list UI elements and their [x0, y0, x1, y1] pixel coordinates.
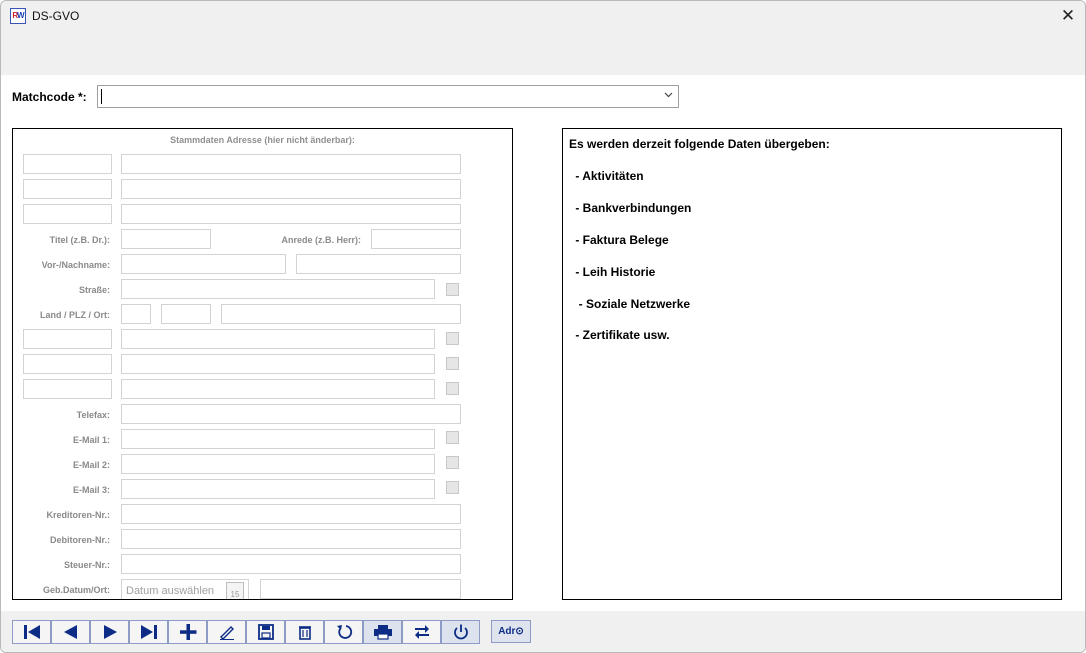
first-record-button[interactable]	[12, 620, 51, 644]
refresh-button[interactable]	[324, 620, 363, 644]
phone-1-checkbox[interactable]	[446, 332, 459, 345]
power-icon	[453, 624, 468, 640]
text-caret	[101, 89, 102, 104]
vor-nachname-label: Vor-/Nachname:	[41, 260, 110, 270]
steuer-label: Steuer-Nr.:	[63, 560, 110, 570]
swap-button[interactable]	[402, 620, 441, 644]
pencil-icon	[219, 626, 234, 640]
phone-3-field[interactable]	[121, 379, 435, 399]
save-button[interactable]	[246, 620, 285, 644]
phone-1-type-field[interactable]	[23, 329, 112, 349]
address-line-3-short-field[interactable]	[23, 204, 112, 224]
matchcode-combobox[interactable]	[97, 85, 679, 108]
email-2-checkbox[interactable]	[446, 456, 459, 469]
email-2-field[interactable]	[121, 454, 435, 474]
info-item-zertifikate: - Zertifikate usw.	[572, 328, 670, 342]
chevron-down-icon[interactable]	[664, 88, 673, 105]
close-button[interactable]: ✕	[1051, 1, 1085, 31]
address-line-3-field[interactable]	[121, 204, 461, 224]
land-field[interactable]	[121, 304, 151, 324]
phone-2-type-field[interactable]	[23, 354, 112, 374]
adr-button[interactable]: Adr⊙	[491, 620, 531, 643]
plz-field[interactable]	[161, 304, 211, 324]
stammdaten-heading: Stammdaten Adresse (hier nicht änderbar)…	[170, 135, 355, 145]
anrede-field[interactable]	[371, 229, 461, 249]
address-line-1-field[interactable]	[121, 154, 461, 174]
first-icon	[23, 625, 40, 639]
vorname-field[interactable]	[121, 254, 286, 274]
trash-icon	[298, 626, 311, 640]
info-panel: Es werden derzeit folgende Daten übergeb…	[562, 128, 1062, 600]
plus-icon	[179, 624, 196, 640]
strasse-field[interactable]	[121, 279, 435, 299]
title-bar: RW DS-GVO ✕	[1, 1, 1085, 75]
email-3-checkbox[interactable]	[446, 481, 459, 494]
email-1-field[interactable]	[121, 429, 435, 449]
swap-arrows-icon	[414, 625, 429, 639]
address-line-2-short-field[interactable]	[23, 179, 112, 199]
address-line-2-field[interactable]	[121, 179, 461, 199]
telefax-label: Telefax:	[76, 410, 110, 420]
calendar-icon[interactable]: 15	[226, 582, 244, 599]
next-record-button[interactable]	[90, 620, 129, 644]
info-item-faktura: - Faktura Belege	[572, 233, 669, 247]
anrede-label: Anrede (z.B. Herr):	[281, 235, 361, 245]
info-item-bankverbindungen: - Bankverbindungen	[572, 201, 692, 215]
info-item-soziale-netzwerke: - Soziale Netzwerke	[572, 297, 691, 311]
ort-field[interactable]	[221, 304, 461, 324]
telefax-field[interactable]	[121, 404, 461, 424]
nachname-field[interactable]	[296, 254, 461, 274]
address-line-1-short-field[interactable]	[23, 154, 112, 174]
phone-1-field[interactable]	[121, 329, 435, 349]
window-title: DS-GVO	[32, 9, 80, 23]
date-placeholder: Datum auswählen	[126, 585, 215, 597]
titel-label: Titel (z.B. Dr.):	[49, 235, 110, 245]
printer-icon	[373, 625, 392, 640]
delete-button[interactable]	[285, 620, 324, 644]
exit-button[interactable]	[441, 620, 480, 644]
print-button[interactable]	[363, 620, 402, 644]
last-record-button[interactable]	[129, 620, 168, 644]
email-3-label: E-Mail 3:	[72, 485, 110, 495]
kreditoren-field[interactable]	[121, 504, 461, 524]
app-window: RW DS-GVO ✕ Matchcode *: Stammdaten Adre…	[0, 0, 1086, 653]
kreditoren-label: Kreditoren-Nr.:	[46, 510, 110, 520]
info-heading: Es werden derzeit folgende Daten übergeb…	[569, 137, 830, 151]
edit-button[interactable]	[207, 620, 246, 644]
debitoren-field[interactable]	[121, 529, 461, 549]
phone-3-checkbox[interactable]	[446, 382, 459, 395]
next-icon	[103, 625, 117, 639]
titel-field[interactable]	[121, 229, 211, 249]
debitoren-label: Debitoren-Nr.:	[49, 535, 110, 545]
geb-datum-label: Geb.Datum/Ort:	[42, 585, 110, 595]
app-logo-icon: RW	[10, 8, 26, 24]
add-button[interactable]	[168, 620, 207, 644]
phone-3-type-field[interactable]	[23, 379, 112, 399]
info-item-aktivitaeten: - Aktivitäten	[572, 169, 644, 183]
info-item-leih-historie: - Leih Historie	[572, 265, 656, 279]
strasse-checkbox[interactable]	[446, 283, 459, 296]
steuer-field[interactable]	[121, 554, 461, 574]
previous-icon	[63, 625, 77, 639]
floppy-disk-icon	[257, 624, 274, 640]
last-icon	[140, 625, 157, 639]
email-2-label: E-Mail 2:	[72, 460, 110, 470]
calendar-day: 15	[230, 590, 240, 599]
previous-record-button[interactable]	[51, 620, 90, 644]
strasse-label: Straße:	[78, 285, 110, 295]
geburtsort-field[interactable]	[260, 579, 461, 599]
email-3-field[interactable]	[121, 479, 435, 499]
land-plz-ort-label: Land / PLZ / Ort:	[40, 310, 110, 320]
refresh-icon	[336, 625, 352, 639]
geburtsdatum-picker[interactable]: Datum auswählen 15	[121, 579, 249, 599]
phone-2-field[interactable]	[121, 354, 435, 374]
email-1-label: E-Mail 1:	[72, 435, 110, 445]
matchcode-label: Matchcode *:	[12, 90, 87, 104]
stammdaten-panel: Stammdaten Adresse (hier nicht änderbar)…	[12, 128, 513, 600]
email-1-checkbox[interactable]	[446, 431, 459, 444]
phone-2-checkbox[interactable]	[446, 357, 459, 370]
